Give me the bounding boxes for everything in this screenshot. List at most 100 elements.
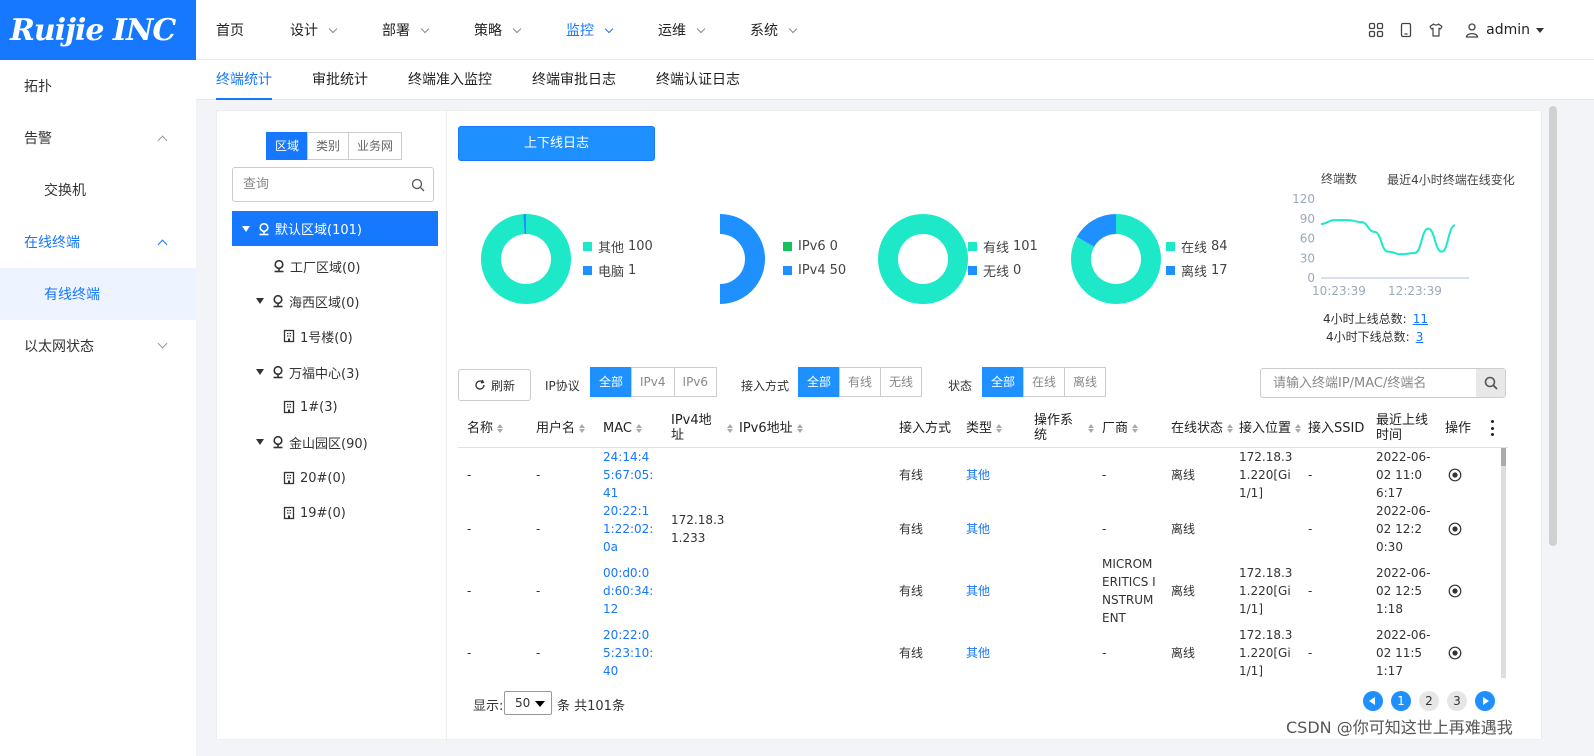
sort-icon[interactable] bbox=[579, 423, 586, 433]
sidebar-item-2[interactable]: 交换机 bbox=[0, 164, 196, 216]
sort-icon[interactable] bbox=[1227, 423, 1233, 433]
online-total-link[interactable]: 11 bbox=[1413, 312, 1428, 326]
sidebar-item-0[interactable]: 拓扑 bbox=[0, 60, 196, 112]
view-detail-icon[interactable] bbox=[1448, 556, 1462, 626]
column-header-6[interactable]: 类型 bbox=[966, 408, 1026, 448]
brand-logo[interactable]: Ruijie INC bbox=[0, 0, 196, 60]
table-cell[interactable]: 20:22:11:22:02:0a bbox=[603, 502, 659, 556]
sort-icon[interactable] bbox=[996, 423, 1003, 433]
column-header-label: MAC bbox=[603, 420, 632, 436]
grid-icon[interactable] bbox=[1368, 22, 1384, 38]
nav-item-1[interactable]: 设计 bbox=[290, 20, 338, 40]
online-total-stat: 4小时上线总数: 11 bbox=[1323, 310, 1428, 327]
column-header-label: 接入SSID bbox=[1308, 420, 1365, 436]
table-row[interactable]: - - 00:d0:0d:60:34:12 有线 其他 MICROMERITICS INS… bbox=[458, 556, 1508, 626]
chevron-down-icon bbox=[328, 24, 338, 33]
column-header-9[interactable]: 在线状态 bbox=[1171, 408, 1233, 448]
column-header-4[interactable]: IPv6地址 bbox=[739, 408, 889, 448]
offline-total-link[interactable]: 3 bbox=[1416, 330, 1424, 344]
table-row[interactable]: - - 20:22:11:22:02:0a 172.18.31.233 有线 其他 - 离线 -… bbox=[458, 502, 1508, 556]
terminal-search-input[interactable] bbox=[1260, 368, 1506, 398]
filter-option-1[interactable]: IPv4 bbox=[631, 367, 675, 397]
refresh-button[interactable]: 刷新 bbox=[458, 369, 531, 401]
filter-option-1[interactable]: 在线 bbox=[1023, 367, 1066, 397]
column-header-3[interactable]: IPv4地址 bbox=[671, 408, 733, 448]
page-button[interactable]: 2 bbox=[1419, 691, 1439, 711]
page-button[interactable]: 1 bbox=[1391, 691, 1411, 711]
column-header-0[interactable]: 名称 bbox=[467, 408, 527, 448]
caret-down-icon[interactable] bbox=[256, 369, 264, 375]
sidebar-item-5[interactable]: 以太网状态 bbox=[0, 320, 196, 372]
column-header-8[interactable]: 厂商 bbox=[1102, 408, 1162, 448]
table-cell[interactable]: 其他 bbox=[966, 556, 1020, 626]
nav-item-0[interactable]: 首页 bbox=[216, 20, 244, 40]
sort-icon[interactable] bbox=[497, 423, 504, 433]
tree-node[interactable]: 1#(3) bbox=[282, 390, 422, 424]
tab-4[interactable]: 终端认证日志 bbox=[656, 60, 740, 100]
tab-2[interactable]: 终端准入监控 bbox=[408, 60, 492, 100]
table-cell[interactable]: 00:d0:0d:60:34:12 bbox=[603, 556, 659, 626]
nav-item-3[interactable]: 策略 bbox=[474, 20, 522, 40]
table-scrollbar[interactable] bbox=[1501, 448, 1506, 678]
table-cell[interactable]: 其他 bbox=[966, 448, 1020, 502]
terminal-search-button[interactable] bbox=[1476, 369, 1505, 397]
column-header-7[interactable]: 操作系统 bbox=[1034, 408, 1094, 448]
filter-option-0[interactable]: 全部 bbox=[590, 367, 633, 397]
tree-node[interactable]: 20#(0) bbox=[282, 461, 422, 495]
table-cell[interactable]: 20:22:05:23:10:40 bbox=[603, 626, 659, 680]
filter-option-0[interactable]: 全部 bbox=[982, 367, 1025, 397]
view-detail-icon[interactable] bbox=[1448, 448, 1462, 502]
tab-0[interactable]: 终端统计 bbox=[216, 60, 272, 100]
filter-option-2[interactable]: 无线 bbox=[880, 367, 923, 397]
sort-icon[interactable] bbox=[1088, 423, 1094, 433]
sort-icon[interactable] bbox=[727, 423, 733, 433]
tree-node[interactable]: 金山园区(90) bbox=[256, 425, 426, 459]
table-scrollbar-thumb[interactable] bbox=[1501, 448, 1506, 466]
sidebar-item-1[interactable]: 告警 bbox=[0, 112, 196, 164]
sort-icon[interactable] bbox=[1132, 423, 1139, 433]
view-detail-icon[interactable] bbox=[1448, 626, 1462, 680]
filter-option-1[interactable]: 有线 bbox=[839, 367, 882, 397]
legend-value: 84 bbox=[1211, 238, 1228, 254]
building-icon bbox=[282, 400, 296, 414]
table-row[interactable]: - - 20:22:05:23:10:40 有线 其他 - 离线 172.18.31.220[… bbox=[458, 626, 1508, 680]
table-row[interactable]: - - 24:14:45:67:05:41 有线 其他 - 离线 172.18.31.220[… bbox=[458, 448, 1508, 502]
tree-node[interactable]: 万福中心(3) bbox=[256, 355, 426, 389]
sidebar-item-4[interactable]: 有线终端 bbox=[0, 268, 196, 320]
table-cell[interactable]: 其他 bbox=[966, 502, 1020, 556]
page-size-select[interactable]: 50 bbox=[504, 691, 552, 715]
offline-total-label: 4小时下线总数: bbox=[1326, 330, 1410, 344]
column-header-10[interactable]: 接入位置 bbox=[1239, 408, 1301, 448]
sort-icon[interactable] bbox=[1295, 423, 1301, 433]
nav-item-5[interactable]: 运维 bbox=[658, 20, 706, 40]
user-icon bbox=[1464, 22, 1480, 38]
tablet-icon[interactable] bbox=[1398, 22, 1414, 38]
tab-1[interactable]: 审批统计 bbox=[312, 60, 368, 100]
column-header-2[interactable]: MAC bbox=[603, 408, 665, 448]
filter-option-2[interactable]: 离线 bbox=[1064, 367, 1107, 397]
header-right: admin bbox=[1354, 0, 1544, 60]
page-button[interactable]: 3 bbox=[1447, 691, 1467, 711]
caret-down-icon[interactable] bbox=[256, 439, 264, 445]
tree-node[interactable]: 19#(0) bbox=[282, 496, 422, 530]
next-page-button[interactable] bbox=[1475, 691, 1495, 711]
building-icon bbox=[282, 471, 296, 485]
tab-3[interactable]: 终端审批日志 bbox=[532, 60, 616, 100]
page-scrollbar[interactable] bbox=[1549, 106, 1557, 546]
nav-item-6[interactable]: 系统 bbox=[750, 20, 798, 40]
column-header-1[interactable]: 用户名 bbox=[536, 408, 596, 448]
filter-option-0[interactable]: 全部 bbox=[798, 367, 841, 397]
user-menu[interactable]: admin bbox=[1464, 22, 1544, 38]
filter-option-2[interactable]: IPv6 bbox=[673, 367, 718, 397]
nav-item-4[interactable]: 监控 bbox=[566, 20, 614, 40]
sidebar-item-3[interactable]: 在线终端 bbox=[0, 216, 196, 268]
table-cell[interactable]: 24:14:45:67:05:41 bbox=[603, 448, 659, 502]
prev-page-button[interactable] bbox=[1363, 691, 1383, 711]
view-detail-icon[interactable] bbox=[1448, 502, 1462, 556]
more-vertical-icon[interactable] bbox=[1489, 420, 1495, 436]
shirt-icon[interactable] bbox=[1428, 22, 1444, 38]
sort-icon[interactable] bbox=[635, 423, 642, 433]
table-cell[interactable]: 其他 bbox=[966, 626, 1020, 680]
nav-item-2[interactable]: 部署 bbox=[382, 20, 430, 40]
sort-icon[interactable] bbox=[796, 423, 803, 433]
